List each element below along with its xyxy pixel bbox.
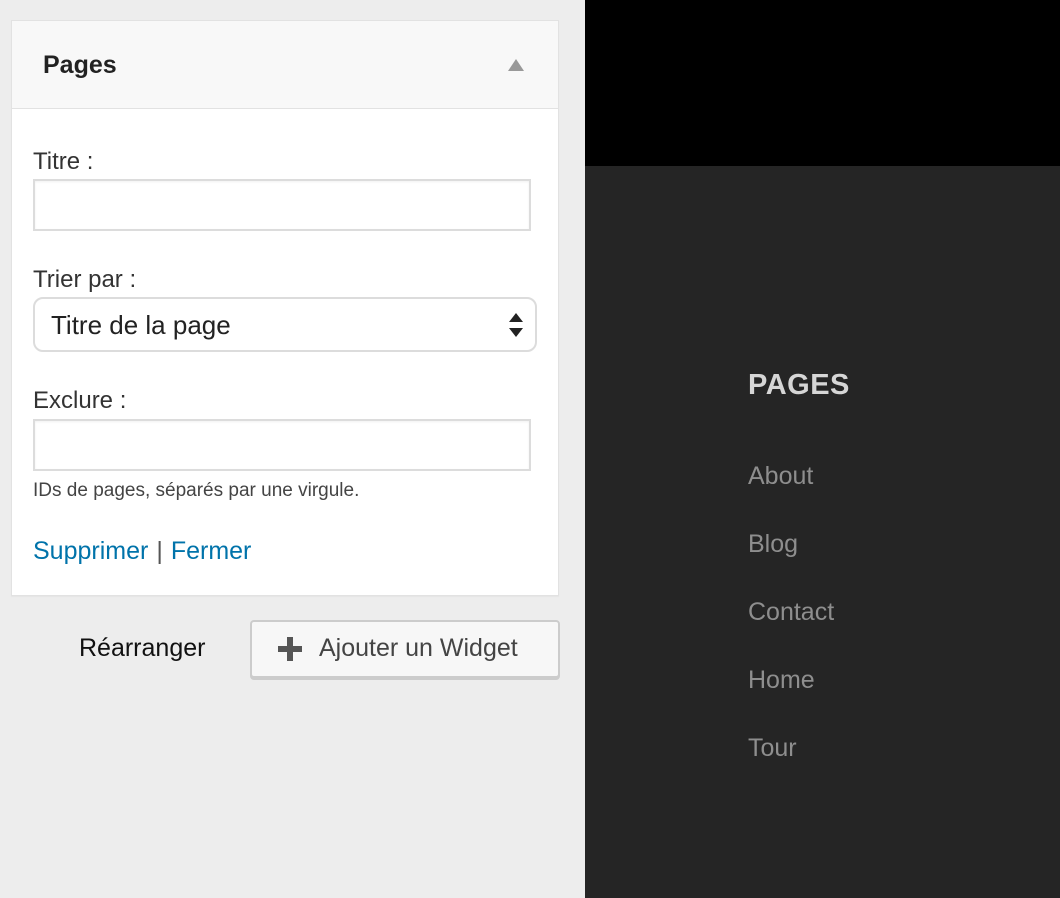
title-input[interactable] <box>33 179 531 231</box>
add-widget-label: Ajouter un Widget <box>319 634 518 662</box>
action-separator: | <box>156 537 163 565</box>
exclude-input[interactable] <box>33 419 531 471</box>
delete-link[interactable]: Supprimer <box>33 537 148 565</box>
add-widget-button[interactable]: Ajouter un Widget <box>250 620 560 678</box>
preview-page-link[interactable]: About <box>748 460 834 528</box>
exclude-label: Exclure : <box>33 387 127 414</box>
pages-widget: Pages Titre : Trier par : Titre de la pa… <box>11 20 559 596</box>
sort-select-value: Titre de la page <box>51 310 231 340</box>
sort-select[interactable]: Titre de la page <box>33 297 537 352</box>
sort-label: Trier par : <box>33 266 137 293</box>
reorder-button[interactable]: Réarranger <box>79 632 205 664</box>
collapse-arrow-icon[interactable] <box>508 59 524 71</box>
widget-header[interactable]: Pages <box>12 21 558 109</box>
title-label: Titre : <box>33 148 94 175</box>
preview-page-link[interactable]: Tour <box>748 732 834 800</box>
site-preview: PAGES About Blog Contact Home Tour <box>585 0 1060 898</box>
widget-title: Pages <box>43 51 117 79</box>
plus-icon <box>278 637 302 661</box>
customizer-sidebar: Pages Titre : Trier par : Titre de la pa… <box>0 0 585 898</box>
widget-actions: Supprimer | Fermer <box>33 535 251 567</box>
preview-page-link[interactable]: Contact <box>748 596 834 664</box>
close-link[interactable]: Fermer <box>171 537 252 565</box>
preview-page-link[interactable]: Home <box>748 664 834 732</box>
preview-page-list: About Blog Contact Home Tour <box>748 460 834 800</box>
preview-widget-title: PAGES <box>748 369 850 401</box>
preview-page-link[interactable]: Blog <box>748 528 834 596</box>
preview-header <box>585 0 1060 166</box>
exclude-hint: IDs de pages, séparés par une virgule. <box>33 480 360 501</box>
select-arrows-icon <box>509 313 523 337</box>
